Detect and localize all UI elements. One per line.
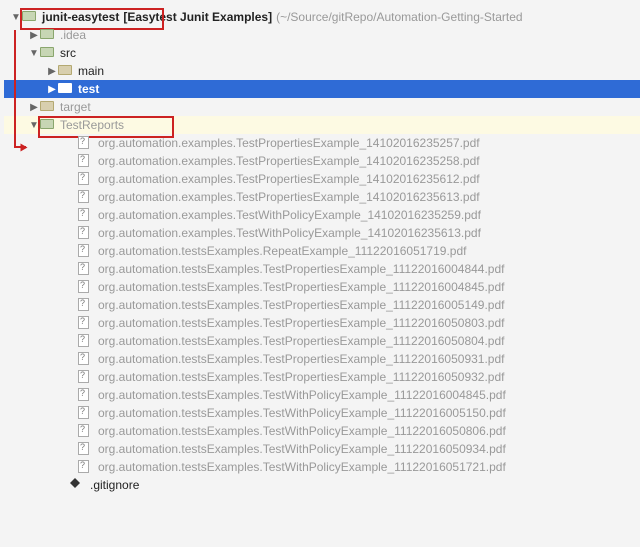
file-label: org.automation.examples.TestWithPolicyEx… <box>94 208 481 222</box>
folder-icon <box>58 64 74 78</box>
file-icon <box>78 406 94 420</box>
report-file[interactable]: ▶org.automation.testsExamples.TestWithPo… <box>4 440 640 458</box>
file-icon <box>78 190 94 204</box>
file-label: org.automation.testsExamples.TestPropert… <box>94 334 504 348</box>
folder-label: test <box>74 82 99 96</box>
file-icon <box>78 370 94 384</box>
file-label: org.automation.testsExamples.TestPropert… <box>94 280 504 294</box>
folder-icon <box>58 82 74 96</box>
report-file[interactable]: ▶org.automation.testsExamples.TestProper… <box>4 314 640 332</box>
file-icon <box>78 388 94 402</box>
report-file[interactable]: ▶org.automation.examples.TestPropertiesE… <box>4 152 640 170</box>
folder-test[interactable]: ▶ test <box>4 80 640 98</box>
file-icon <box>78 298 94 312</box>
expand-arrow-icon[interactable]: ▼ <box>28 48 40 59</box>
file-label: org.automation.testsExamples.TestWithPol… <box>94 442 506 456</box>
project-tree: ▼ junit-easytest [Easytest Junit Example… <box>0 0 640 494</box>
file-icon <box>78 154 94 168</box>
root-path: (~/Source/gitRepo/Automation-Getting-Sta… <box>272 10 522 24</box>
file-icon <box>78 334 94 348</box>
report-file[interactable]: ▶org.automation.examples.TestWithPolicyE… <box>4 224 640 242</box>
report-file[interactable]: ▶org.automation.testsExamples.TestProper… <box>4 260 640 278</box>
folder-icon <box>40 28 56 42</box>
report-file[interactable]: ▶org.automation.testsExamples.TestProper… <box>4 278 640 296</box>
file-gitignore[interactable]: ▶ .gitignore <box>4 476 640 494</box>
file-icon <box>78 280 94 294</box>
folder-icon <box>40 100 56 114</box>
file-icon <box>78 352 94 366</box>
file-label: org.automation.testsExamples.RepeatExamp… <box>94 244 466 258</box>
file-icon <box>78 208 94 222</box>
report-file[interactable]: ▶org.automation.examples.TestPropertiesE… <box>4 170 640 188</box>
report-file[interactable]: ▶org.automation.examples.TestPropertiesE… <box>4 134 640 152</box>
folder-icon <box>40 118 56 132</box>
folder-main[interactable]: ▶ main <box>4 62 640 80</box>
folder-target[interactable]: ▶ target <box>4 98 640 116</box>
file-icon <box>78 136 94 150</box>
collapse-arrow-icon[interactable]: ▶ <box>28 30 40 41</box>
file-label: org.automation.testsExamples.TestWithPol… <box>94 406 506 420</box>
file-icon <box>78 460 94 474</box>
annotation-reports-box: TestReports <box>40 118 124 132</box>
folder-icon <box>22 10 38 24</box>
folder-src[interactable]: ▼ src <box>4 44 640 62</box>
report-file[interactable]: ▶org.automation.examples.TestPropertiesE… <box>4 188 640 206</box>
annotation-root-box: junit-easytest <box>22 10 119 24</box>
root-desc: [Easytest Junit Examples] <box>119 10 272 24</box>
file-label: org.automation.testsExamples.TestPropert… <box>94 352 504 366</box>
file-label: org.automation.examples.TestPropertiesEx… <box>94 172 480 186</box>
file-icon <box>78 316 94 330</box>
report-file[interactable]: ▶org.automation.testsExamples.TestWithPo… <box>4 386 640 404</box>
file-label: org.automation.testsExamples.TestPropert… <box>94 298 504 312</box>
report-file[interactable]: ▶org.automation.testsExamples.TestProper… <box>4 350 640 368</box>
folder-label: TestReports <box>56 118 124 132</box>
file-label: org.automation.testsExamples.TestPropert… <box>94 262 504 276</box>
folder-label: .idea <box>56 28 86 42</box>
collapse-arrow-icon[interactable]: ▶ <box>46 84 58 95</box>
file-label: org.automation.examples.TestPropertiesEx… <box>94 136 480 150</box>
file-icon <box>78 262 94 276</box>
gitignore-icon <box>70 478 86 492</box>
file-icon <box>78 424 94 438</box>
folder-label: src <box>56 46 76 60</box>
file-label: org.automation.examples.TestPropertiesEx… <box>94 190 480 204</box>
report-file[interactable]: ▶org.automation.testsExamples.TestProper… <box>4 368 640 386</box>
expand-arrow-icon[interactable]: ▼ <box>28 120 40 131</box>
folder-testreports[interactable]: ▼ TestReports <box>4 116 640 134</box>
file-label: org.automation.testsExamples.TestWithPol… <box>94 388 506 402</box>
report-file[interactable]: ▶org.automation.testsExamples.TestProper… <box>4 296 640 314</box>
report-file-list: ▶org.automation.examples.TestPropertiesE… <box>4 134 640 476</box>
collapse-arrow-icon[interactable]: ▶ <box>46 66 58 77</box>
folder-label: main <box>74 64 104 78</box>
report-file[interactable]: ▶org.automation.testsExamples.TestWithPo… <box>4 422 640 440</box>
root-name: junit-easytest <box>38 10 119 24</box>
file-label: .gitignore <box>86 478 139 492</box>
report-file[interactable]: ▶org.automation.testsExamples.TestProper… <box>4 332 640 350</box>
file-icon <box>78 226 94 240</box>
file-icon <box>78 244 94 258</box>
file-label: org.automation.examples.TestPropertiesEx… <box>94 154 480 168</box>
file-label: org.automation.testsExamples.TestWithPol… <box>94 424 506 438</box>
folder-idea[interactable]: ▶ .idea <box>4 26 640 44</box>
file-label: org.automation.testsExamples.TestPropert… <box>94 370 504 384</box>
expand-arrow-icon[interactable]: ▼ <box>10 12 22 23</box>
report-file[interactable]: ▶org.automation.testsExamples.RepeatExam… <box>4 242 640 260</box>
report-file[interactable]: ▶org.automation.testsExamples.TestWithPo… <box>4 458 640 476</box>
file-label: org.automation.testsExamples.TestPropert… <box>94 316 504 330</box>
file-label: org.automation.examples.TestWithPolicyEx… <box>94 226 481 240</box>
file-label: org.automation.testsExamples.TestWithPol… <box>94 460 506 474</box>
tree-root[interactable]: ▼ junit-easytest [Easytest Junit Example… <box>4 8 640 26</box>
folder-icon <box>40 46 56 60</box>
report-file[interactable]: ▶org.automation.examples.TestWithPolicyE… <box>4 206 640 224</box>
file-icon <box>78 172 94 186</box>
folder-label: target <box>56 100 91 114</box>
collapse-arrow-icon[interactable]: ▶ <box>28 102 40 113</box>
report-file[interactable]: ▶org.automation.testsExamples.TestWithPo… <box>4 404 640 422</box>
file-icon <box>78 442 94 456</box>
